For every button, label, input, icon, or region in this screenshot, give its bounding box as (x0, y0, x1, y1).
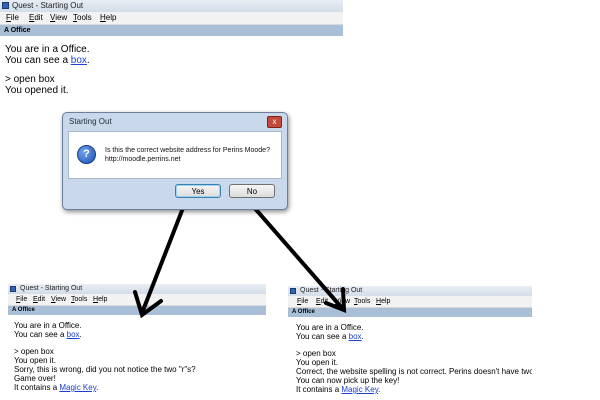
arrow-no-line (250, 203, 344, 310)
no-button[interactable]: No (229, 184, 275, 198)
close-icon[interactable]: x (267, 116, 282, 128)
dialog-url: http://moodle.perrins.net (105, 156, 181, 163)
yes-button[interactable]: Yes (175, 184, 221, 198)
arrow-yes-line (140, 206, 185, 315)
dialog-message: Is this the correct website address for … (105, 147, 270, 154)
question-icon: ? (77, 145, 96, 164)
dialog-body: ? Is this the correct website address fo… (68, 131, 282, 179)
dialog-title: Starting Out (69, 117, 112, 126)
confirm-dialog: Starting Out x ? Is this the correct web… (62, 112, 288, 210)
